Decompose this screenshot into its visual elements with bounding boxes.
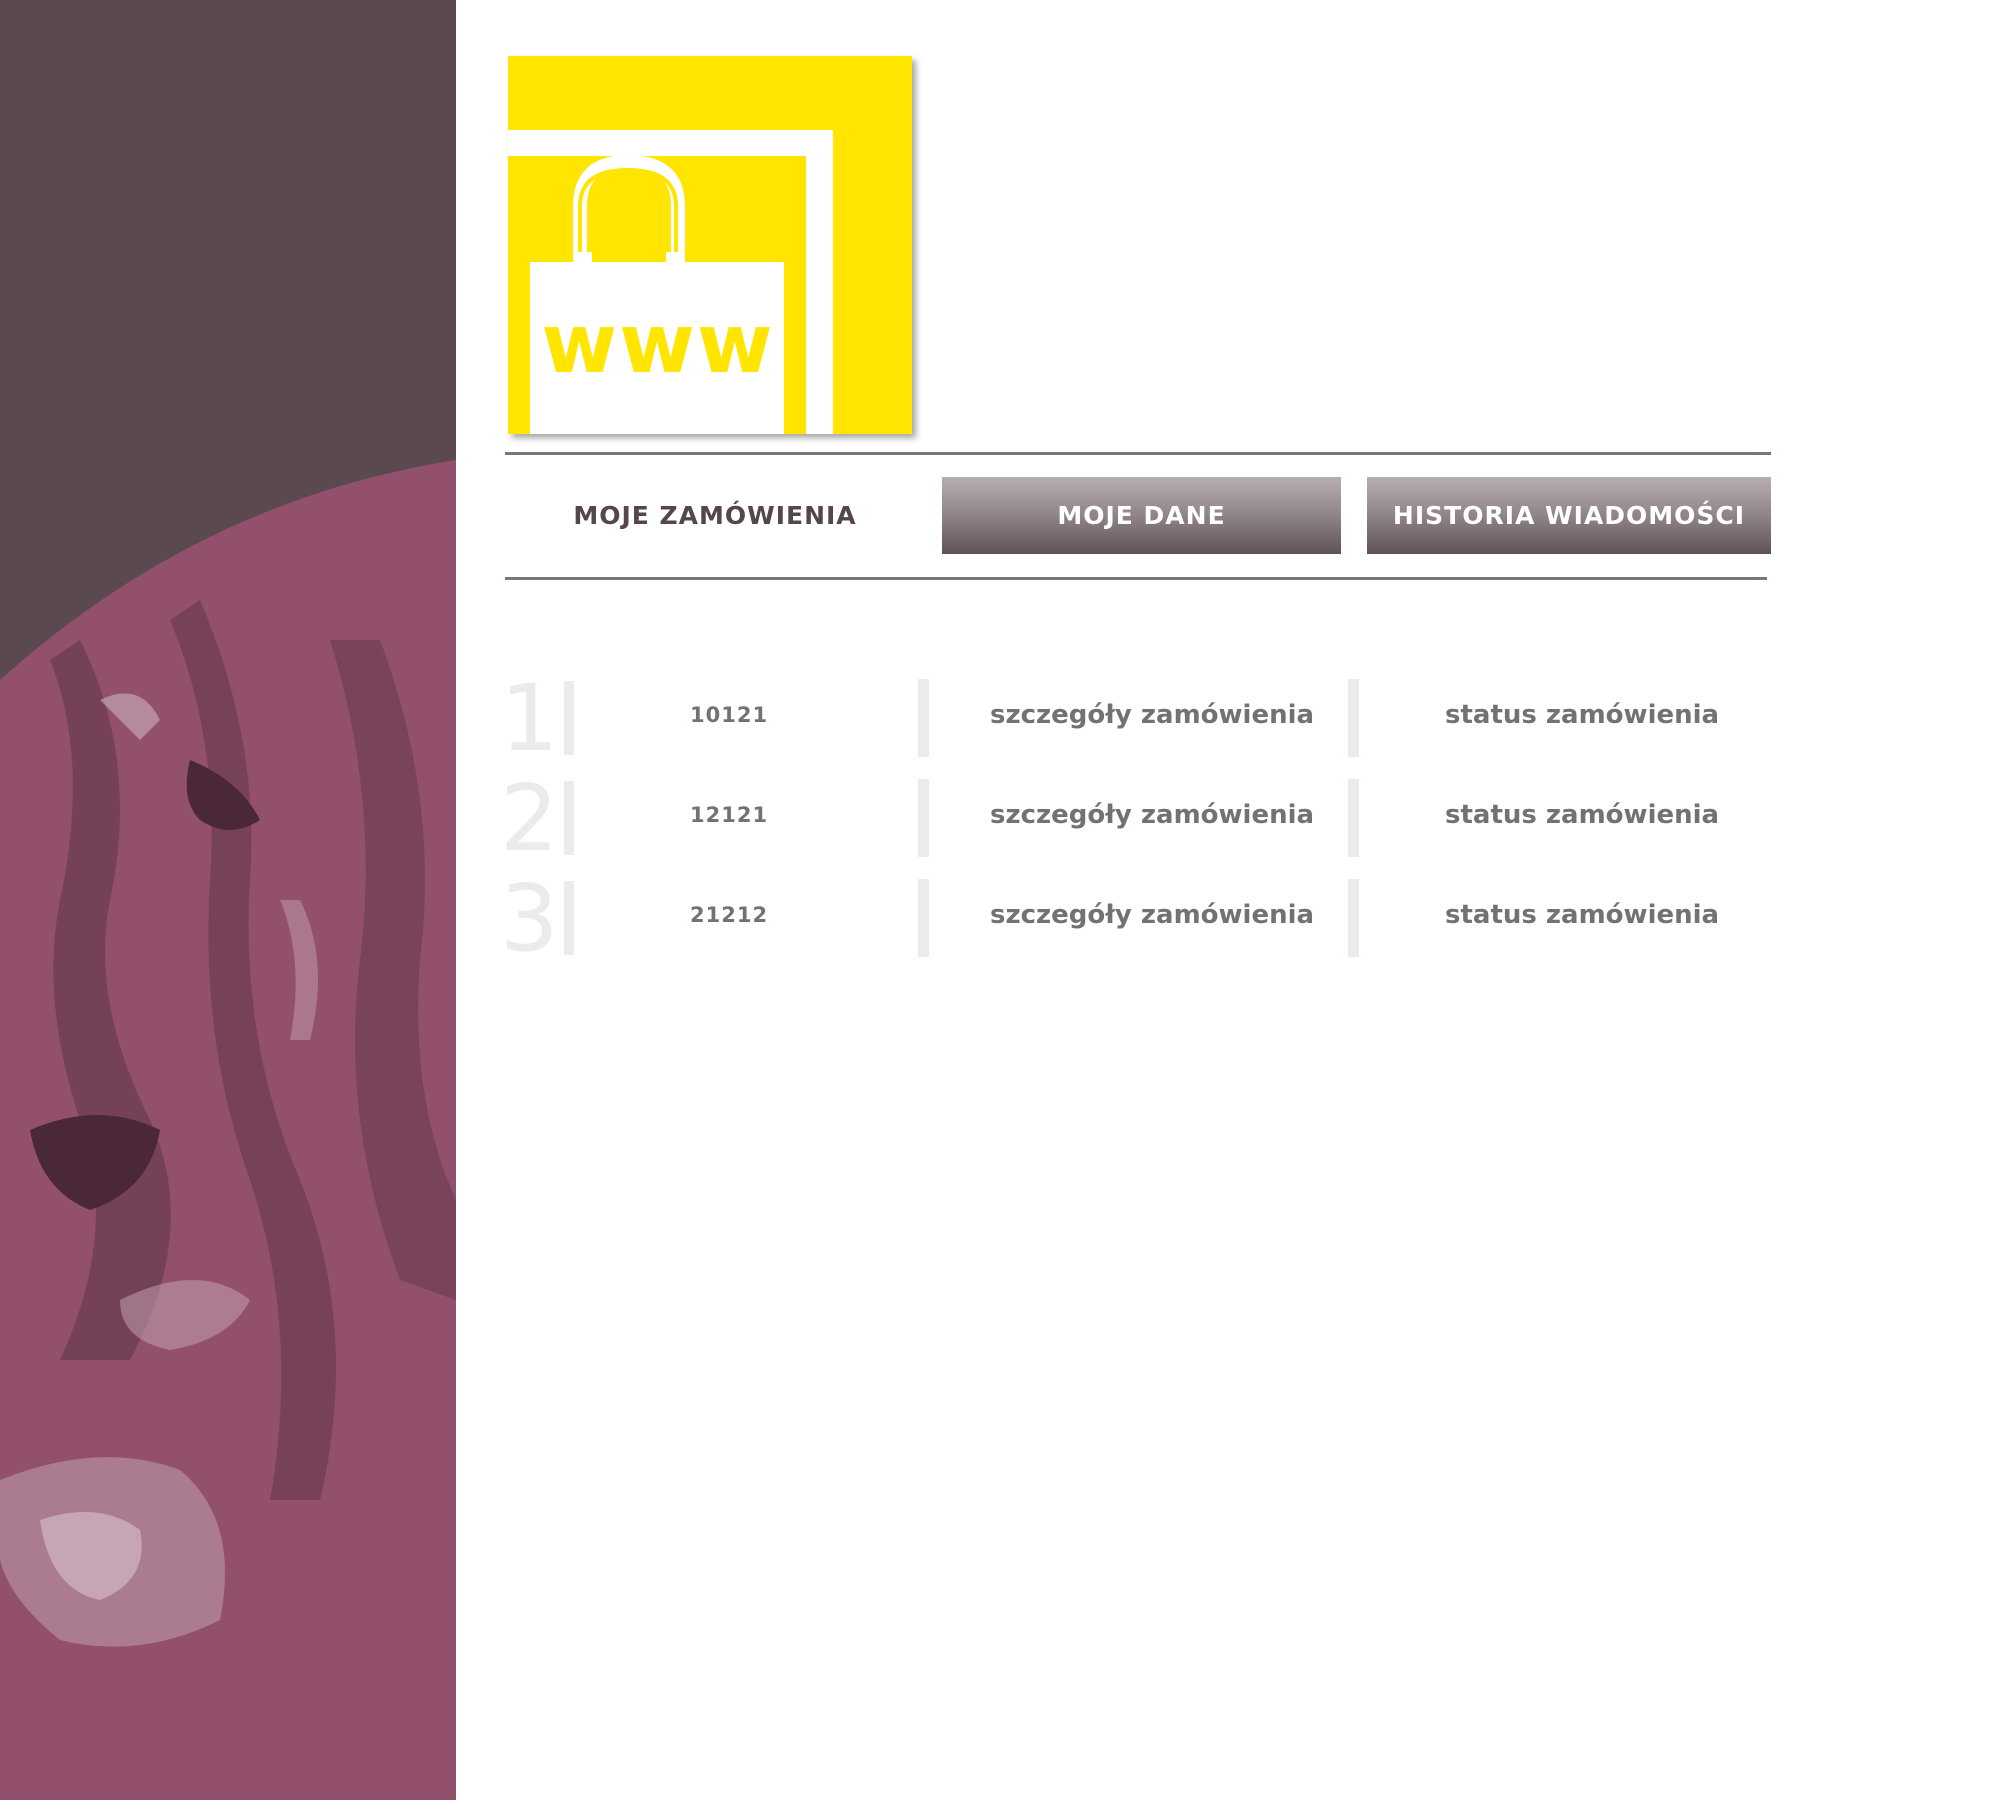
tab-moje-zamowienia[interactable]: MOJE ZAMÓWIENIA [505, 477, 925, 554]
order-id: 10121 [690, 703, 769, 727]
row-index-bar [564, 781, 574, 855]
order-status-link[interactable]: status zamówienia [1445, 695, 1765, 735]
nav-top-divider [505, 452, 1771, 455]
column-separator [1348, 879, 1359, 957]
tab-moje-dane[interactable]: MOJE DANE [942, 477, 1341, 554]
order-details-link[interactable]: szczegóły zamówienia [990, 895, 1320, 935]
order-row: 1 10121 szczegóły zamówienia status zamó… [500, 673, 1780, 775]
order-status-link[interactable]: status zamówienia [1445, 895, 1765, 935]
logo-www-text: www [541, 297, 774, 392]
side-decorative-panel [0, 0, 456, 1800]
order-id: 12121 [690, 803, 769, 827]
order-status-link[interactable]: status zamówienia [1445, 795, 1765, 835]
tab-historia-wiadomosci[interactable]: HISTORIA WIADOMOŚCI [1367, 477, 1771, 554]
shop-logo[interactable]: www [508, 56, 912, 434]
tab-label: HISTORIA WIADOMOŚCI [1392, 501, 1746, 530]
row-index-bar [564, 881, 574, 955]
order-details-link[interactable]: szczegóły zamówienia [990, 695, 1320, 735]
tab-label: MOJE ZAMÓWIENIA [573, 501, 857, 530]
column-separator [918, 679, 929, 757]
column-separator [918, 879, 929, 957]
column-separator [1348, 679, 1359, 757]
order-row: 2 12121 szczegóły zamówienia status zamó… [500, 773, 1780, 875]
order-id: 21212 [690, 903, 769, 927]
column-separator [1348, 779, 1359, 857]
page: www MOJE ZAMÓWIENIA MOJE DANE HISTORIA W… [0, 0, 2000, 1800]
nav-bottom-divider [505, 577, 1767, 580]
orders-list: 1 10121 szczegóły zamówienia status zamó… [500, 673, 1780, 975]
column-separator [918, 779, 929, 857]
order-row: 3 21212 szczegóły zamówienia status zamó… [500, 873, 1780, 975]
tab-label: MOJE DANE [1057, 501, 1226, 530]
row-index-bar [564, 681, 574, 755]
order-details-link[interactable]: szczegóły zamówienia [990, 795, 1320, 835]
